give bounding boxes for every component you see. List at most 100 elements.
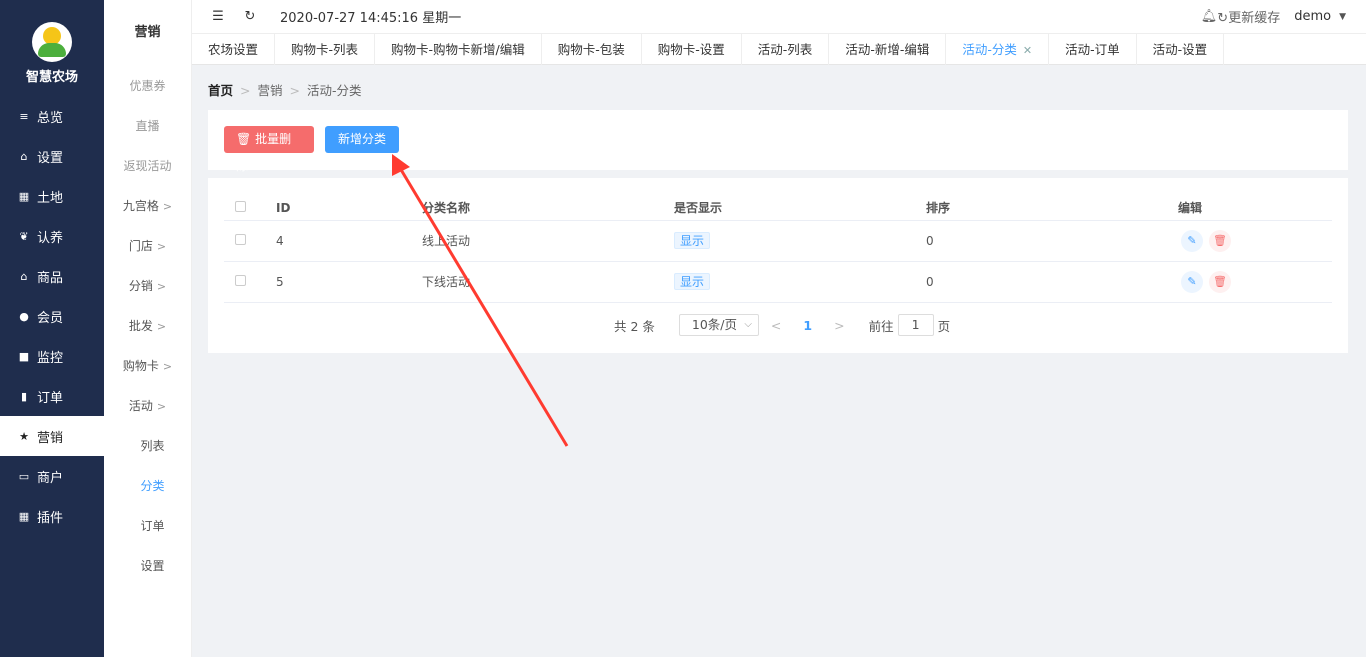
tab-label: 购物卡-购物卡新增/编辑 bbox=[391, 42, 525, 57]
camera-icon: ■ bbox=[18, 349, 30, 363]
nav-item-merchants[interactable]: ▭ 商户 bbox=[0, 456, 104, 496]
column-header-edit: 编辑 bbox=[1178, 196, 1332, 221]
nav-item-settings[interactable]: ⌂ 设置 bbox=[0, 136, 104, 176]
tab-activity-list[interactable]: 活动-列表 bbox=[742, 34, 830, 65]
select-all-checkbox[interactable] bbox=[235, 200, 246, 212]
close-icon[interactable]: ✕ bbox=[1023, 44, 1032, 57]
submenu-label: 订单 bbox=[140, 519, 165, 533]
nav-item-land[interactable]: ▦ 土地 bbox=[0, 176, 104, 216]
breadcrumb-separator-icon: > bbox=[289, 83, 300, 98]
tab-label: 农场设置 bbox=[208, 42, 259, 57]
page-number-current[interactable]: 1 bbox=[803, 318, 812, 333]
nav-label: 土地 bbox=[37, 190, 64, 206]
submenu-item-activity[interactable]: 活动 > bbox=[104, 386, 191, 426]
shopping-bag-icon: ⌂ bbox=[20, 269, 28, 283]
page-unit-label: 页 bbox=[937, 318, 951, 334]
breadcrumb-marketing: 营销 bbox=[257, 83, 283, 98]
delete-icon[interactable]: 🗑︎ bbox=[1209, 229, 1231, 252]
nav-item-plugins[interactable]: ▦ 插件 bbox=[0, 496, 104, 536]
refresh-cache-label: 更新缓存 bbox=[1228, 11, 1281, 26]
submenu-item-lottery-grid[interactable]: 九宫格 > bbox=[104, 186, 191, 226]
tab-label: 活动-分类 bbox=[962, 42, 1017, 57]
nav-label: 营销 bbox=[37, 430, 64, 446]
nav-item-adopt[interactable]: ❦ 认养 bbox=[0, 216, 104, 256]
row-checkbox[interactable] bbox=[235, 233, 246, 245]
tab-label: 活动-新增-编辑 bbox=[845, 42, 930, 57]
clipboard-icon: ▮ bbox=[20, 389, 28, 403]
tab-farm-settings[interactable]: 农场设置 bbox=[192, 34, 276, 65]
delete-icon[interactable]: 🗑︎ bbox=[1209, 270, 1231, 293]
caret-down-icon[interactable]: ▼ bbox=[1339, 12, 1346, 22]
tab-card-settings[interactable]: 购物卡-设置 bbox=[642, 34, 742, 65]
submenu-item-activity-category[interactable]: 分类 bbox=[104, 466, 191, 506]
chevron-right-icon: > bbox=[156, 240, 167, 253]
nav-item-orders[interactable]: ▮ 订单 bbox=[0, 376, 104, 416]
add-category-button[interactable]: 新增分类 bbox=[325, 126, 399, 153]
reload-icon[interactable]: ↻ bbox=[240, 9, 260, 24]
submenu-item-coupon[interactable]: 优惠券 bbox=[104, 66, 191, 106]
cell-name: 线上活动 bbox=[422, 220, 674, 262]
submenu-label: 优惠券 bbox=[129, 79, 166, 93]
submenu-item-activity-orders[interactable]: 订单 bbox=[104, 506, 191, 546]
submenu-label: 列表 bbox=[140, 439, 165, 453]
goto-page-input[interactable]: 1 bbox=[897, 314, 934, 336]
submenu-label: 批发 bbox=[128, 319, 153, 333]
tab-card-package[interactable]: 购物卡-包装 bbox=[542, 34, 642, 65]
submenu-label: 门店 bbox=[128, 239, 153, 253]
tab-card-edit[interactable]: 购物卡-购物卡新增/编辑 bbox=[375, 34, 542, 65]
nav-item-monitor[interactable]: ■ 监控 bbox=[0, 336, 104, 376]
submenu-item-shopping-card[interactable]: 购物卡 > bbox=[104, 346, 191, 386]
toolbar-panel: 🗑︎ 批量删除 新增分类 bbox=[208, 110, 1348, 173]
tab-activity-edit[interactable]: 活动-新增-编辑 bbox=[829, 34, 947, 65]
column-header-sort: 排序 bbox=[926, 196, 1178, 221]
breadcrumb-home[interactable]: 首页 bbox=[208, 83, 233, 98]
page-size-select[interactable]: 10条/页 ⌵ bbox=[678, 314, 759, 336]
brand-name: 智慧农场 bbox=[25, 70, 78, 85]
submenu: 营销 优惠券 直播 返现活动 九宫格 > 门店 > 分销 > 批发 > 购物卡 > 活动 >… bbox=[104, 0, 192, 657]
chevron-right-icon: > bbox=[156, 280, 167, 293]
tab-activity-category[interactable]: 活动-分类 ✕ bbox=[946, 34, 1050, 65]
chevron-right-icon: > bbox=[162, 200, 173, 213]
nav-item-marketing[interactable]: ★ 营销 bbox=[0, 416, 104, 456]
submenu-item-cashback[interactable]: 返现活动 bbox=[104, 146, 191, 186]
row-checkbox[interactable] bbox=[235, 274, 246, 286]
edit-icon[interactable]: ✎ bbox=[1181, 270, 1203, 293]
nav-label: 认养 bbox=[37, 230, 64, 246]
page-tabs: 农场设置 购物卡-列表 购物卡-购物卡新增/编辑 购物卡-包装 购物卡-设置 活… bbox=[192, 33, 1366, 65]
chevron-down-icon: ⌵ bbox=[744, 319, 752, 330]
main-sidebar: 智慧农场 ≡ 总览 ⌂ 设置 ▦ 土地 ❦ 认养 ⌂ 商品 ● 会员 ■ 监控 ▮ 订单 ★ 营销… bbox=[0, 0, 104, 657]
prev-page-icon[interactable]: < bbox=[771, 318, 781, 333]
store-icon: ▭ bbox=[18, 469, 30, 483]
menu-toggle-icon[interactable]: ☰ bbox=[208, 9, 228, 24]
tab-activity-orders[interactable]: 活动-订单 bbox=[1049, 34, 1137, 65]
submenu-item-activity-list[interactable]: 列表 bbox=[104, 426, 191, 466]
submenu-item-wholesale[interactable]: 批发 > bbox=[104, 306, 191, 346]
submenu-label: 返现活动 bbox=[123, 159, 172, 173]
nav-item-members[interactable]: ● 会员 bbox=[0, 296, 104, 336]
cell-id: 5 bbox=[276, 261, 422, 303]
user-menu[interactable]: demo bbox=[1294, 9, 1331, 24]
top-bar: ☰ ↻ 2020-07-27 14:45:16 星期一 🔔︎ ↻更新缓存 dem… bbox=[192, 0, 1366, 33]
bell-icon[interactable]: 🔔︎ bbox=[1201, 9, 1218, 24]
top-bar-right: 🔔︎ ↻更新缓存 demo ▼ bbox=[1201, 0, 1346, 33]
next-page-icon[interactable]: > bbox=[834, 318, 844, 333]
submenu-item-activity-settings[interactable]: 设置 bbox=[104, 546, 191, 586]
nav-label: 会员 bbox=[37, 310, 64, 326]
nav-item-overview[interactable]: ≡ 总览 bbox=[0, 96, 104, 136]
tab-card-list[interactable]: 购物卡-列表 bbox=[275, 34, 376, 65]
sliders-icon: ≡ bbox=[19, 109, 29, 123]
submenu-item-distribution[interactable]: 分销 > bbox=[104, 266, 191, 306]
chevron-right-icon: > bbox=[162, 360, 173, 373]
batch-delete-button[interactable]: 🗑︎ 批量删除 bbox=[224, 126, 314, 173]
grid-icon: ▦ bbox=[18, 189, 30, 203]
refresh-cache-button[interactable]: ↻更新缓存 bbox=[1217, 7, 1280, 26]
tab-activity-settings[interactable]: 活动-设置 bbox=[1137, 34, 1225, 65]
bag-icon: ⌂ bbox=[20, 149, 28, 163]
edit-icon[interactable]: ✎ bbox=[1181, 229, 1203, 252]
table-header-row: ID 分类名称 是否显示 排序 编辑 bbox=[224, 196, 1332, 221]
submenu-item-stores[interactable]: 门店 > bbox=[104, 226, 191, 266]
nav-item-goods[interactable]: ⌂ 商品 bbox=[0, 256, 104, 296]
breadcrumb: 首页 > 营销 > 活动-分类 bbox=[208, 80, 362, 99]
farm-logo-icon bbox=[32, 22, 72, 62]
submenu-item-live[interactable]: 直播 bbox=[104, 106, 191, 146]
